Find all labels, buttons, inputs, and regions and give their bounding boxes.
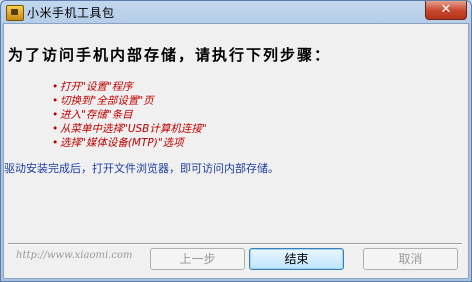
bullet-icon: • bbox=[52, 81, 59, 93]
step-text: 选择"媒体设备(MTP)"选项 bbox=[60, 137, 184, 149]
list-item: • 切换到"全部设置"页 bbox=[52, 94, 207, 108]
previous-button[interactable]: 上一步 bbox=[150, 248, 245, 270]
step-text: 从菜单中选择"USB计算机连接" bbox=[60, 123, 207, 135]
list-item: • 选择"媒体设备(MTP)"选项 bbox=[52, 136, 207, 150]
bullet-icon: • bbox=[52, 109, 59, 121]
bullet-icon: • bbox=[52, 123, 59, 135]
list-item: • 进入"存储"条目 bbox=[52, 108, 207, 122]
step-text: 打开"设置"程序 bbox=[60, 81, 133, 93]
list-item: • 打开"设置"程序 bbox=[52, 80, 207, 94]
bullet-icon: • bbox=[52, 95, 59, 107]
list-item: • 从菜单中选择"USB计算机连接" bbox=[52, 122, 207, 136]
window-title: 小米手机工具包 bbox=[27, 6, 115, 20]
driver-note: 驱动安装完成后，打开文件浏览器，即可访问内部存储。 bbox=[4, 162, 279, 175]
steps-list: • 打开"设置"程序 • 切换到"全部设置"页 • 进入"存储"条目 • 从菜单中选择"… bbox=[52, 80, 207, 150]
dialog-body: 为了访问手机内部存储，请执行下列步骤： • 打开"设置"程序 • 切换到"全部设置"… bbox=[3, 23, 469, 279]
app-window: 小米手机工具包 ✕ 为了访问手机内部存储，请执行下列步骤： • 打开"设置"程序 … bbox=[0, 0, 472, 282]
cancel-button[interactable]: 取消 bbox=[363, 248, 458, 270]
instruction-heading: 为了访问手机内部存储，请执行下列步骤： bbox=[8, 46, 332, 64]
step-text: 进入"存储"条目 bbox=[60, 109, 133, 121]
finish-button[interactable]: 结束 bbox=[249, 248, 344, 270]
step-text: 切换到"全部设置"页 bbox=[60, 95, 154, 107]
title-bar[interactable]: 小米手机工具包 ✕ bbox=[1, 1, 471, 23]
close-button[interactable]: ✕ bbox=[425, 1, 467, 20]
footer-divider bbox=[8, 243, 462, 245]
website-url: http://www.xiaomi.com bbox=[16, 250, 133, 261]
toolbox-icon bbox=[6, 5, 24, 21]
bullet-icon: • bbox=[52, 137, 59, 149]
close-icon: ✕ bbox=[440, 2, 452, 17]
